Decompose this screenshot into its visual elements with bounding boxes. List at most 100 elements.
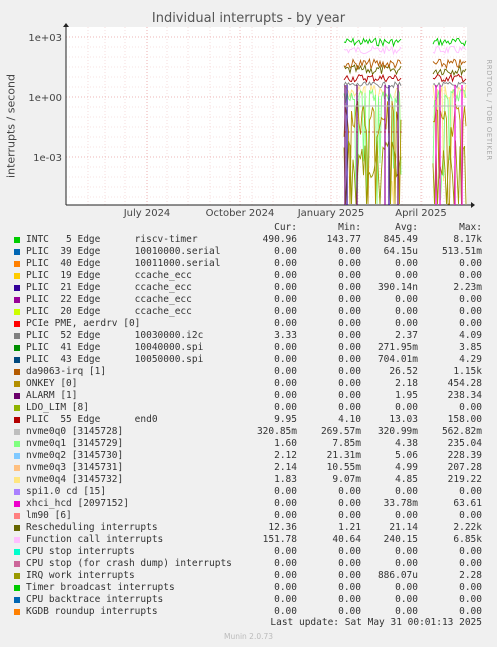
series-max: 6.85k	[453, 534, 482, 545]
series-cur: 9.95	[274, 414, 297, 425]
series-avg: 26.52	[389, 366, 418, 377]
series-min: 0.00	[338, 378, 361, 389]
series-min: 0.00	[338, 402, 361, 413]
series-min: 0.00	[338, 510, 361, 521]
series-max: 2.22k	[453, 522, 482, 533]
series-cur: 0.00	[274, 558, 297, 569]
y-tick-label: 1e-03	[33, 153, 62, 164]
series-swatch	[14, 273, 20, 279]
series-cur: 0.00	[274, 390, 297, 401]
series-swatch	[14, 393, 20, 399]
series-swatch	[14, 285, 20, 291]
series-avg: 0.00	[395, 486, 418, 497]
series-cur: 0.00	[274, 570, 297, 581]
series-cur: 0.00	[274, 546, 297, 557]
series-avg: 0.00	[395, 594, 418, 605]
series-avg: 845.49	[383, 234, 418, 245]
series-avg: 4.99	[395, 462, 418, 473]
series-avg: 13.03	[389, 414, 418, 425]
legend-row: xhci_hcd [2097152] 0.00 0.00 33.78m 63.61	[0, 498, 497, 510]
series-swatch	[14, 429, 20, 435]
series-avg: 240.15	[383, 534, 418, 545]
series-avg: 886.07u	[377, 570, 418, 581]
series-swatch	[14, 561, 20, 567]
series-min: 0.00	[338, 306, 361, 317]
series-max: 238.34	[447, 390, 482, 401]
series-max: 4.09	[459, 330, 482, 341]
series-min: 0.00	[338, 282, 361, 293]
x-axis-arrow	[471, 202, 475, 208]
series-swatch	[14, 513, 20, 519]
series-cur: 0.00	[274, 258, 297, 269]
series-name: PLIC 20 Edge ccache_ecc	[26, 306, 192, 317]
series-min: 0.00	[338, 366, 361, 377]
series-cur: 0.00	[274, 318, 297, 329]
series-swatch	[14, 297, 20, 303]
series-min: 10.55m	[326, 462, 361, 473]
legend-row: PLIC 19 Edge ccache_ecc 0.00 0.00 0.00 0.00	[0, 270, 497, 282]
series-min: 0.00	[338, 330, 361, 341]
legend-row: Rescheduling interrupts 12.36 1.21 21.14 2.2…	[0, 522, 497, 534]
series-name: PLIC 21 Edge ccache_ecc	[26, 282, 192, 293]
series-max: 0.00	[459, 270, 482, 281]
series-name: Function call interrupts	[26, 534, 164, 545]
series-cur: 0.00	[274, 366, 297, 377]
series-max: 513.51m	[441, 246, 482, 257]
series-max: 0.00	[459, 306, 482, 317]
series-max: 235.04	[447, 438, 482, 449]
series-swatch	[14, 333, 20, 339]
series-max: 0.00	[459, 582, 482, 593]
series-max: 8.17k	[453, 234, 482, 245]
series-max: 0.00	[459, 558, 482, 569]
series-cur: 1.83	[274, 474, 297, 485]
series-name: Timer broadcast interrupts	[26, 582, 175, 593]
series-name: PLIC 41 Edge 10040000.spi	[26, 342, 204, 353]
legend-row: nvme0q2 [3145730] 2.12 21.31m 5.06 228.39	[0, 450, 497, 462]
series-min: 0.00	[338, 486, 361, 497]
series-max: 3.85	[459, 342, 482, 353]
series-name: nvme0q2 [3145730]	[26, 450, 124, 461]
series-cur: 0.00	[274, 402, 297, 413]
series-swatch	[14, 441, 20, 447]
series-max: 1.15k	[453, 366, 482, 377]
series-swatch	[14, 573, 20, 579]
series-swatch	[14, 465, 20, 471]
series-cur: 0.00	[274, 342, 297, 353]
series-max: 0.00	[459, 546, 482, 557]
series-min: 40.64	[332, 534, 361, 545]
legend-row: PLIC 52 Edge 10030000.i2c 3.33 0.00 2.37 4.0…	[0, 330, 497, 342]
series-name: LDO_LIM [8]	[26, 402, 89, 413]
series-name: lm90 [6]	[26, 510, 72, 521]
legend-row: nvme0q1 [3145729] 1.60 7.85m 4.38 235.04	[0, 438, 497, 450]
series-name: PLIC 39 Edge 10010000.serial	[26, 246, 221, 257]
series-avg: 0.00	[395, 270, 418, 281]
series-swatch	[14, 405, 20, 411]
series-name: PLIC 43 Edge 10050000.spi	[26, 354, 204, 365]
series-max: 219.22	[447, 474, 482, 485]
series-swatch	[14, 381, 20, 387]
series-avg: 271.95m	[377, 342, 418, 353]
legend-row: spi1.0 cd [15] 0.00 0.00 0.00 0.00	[0, 486, 497, 498]
series-cur: 0.00	[274, 498, 297, 509]
series-min: 0.00	[338, 546, 361, 557]
legend-row: PLIC 20 Edge ccache_ecc 0.00 0.00 0.00 0.00	[0, 306, 497, 318]
series-swatch	[14, 609, 20, 615]
series-avg: 0.00	[395, 558, 418, 569]
legend-row: da9063-irq [1] 0.00 0.00 26.52 1.15k	[0, 366, 497, 378]
series-name: nvme0q1 [3145729]	[26, 438, 124, 449]
series-name: CPU stop interrupts	[26, 546, 135, 557]
series-min: 0.00	[338, 258, 361, 269]
series-cur: 490.96	[262, 234, 297, 245]
y-axis-arrow	[63, 23, 69, 27]
series-max: 2.23m	[453, 282, 482, 293]
series-cur: 151.78	[262, 534, 297, 545]
series-max: 158.00	[447, 414, 482, 425]
series-cur: 0.00	[274, 354, 297, 365]
series-name: xhci_hcd [2097152]	[26, 498, 129, 509]
series-avg: 390.14n	[377, 282, 418, 293]
x-tick-label: October 2024	[206, 208, 275, 219]
legend-row: lm90 [6] 0.00 0.00 0.00 0.00	[0, 510, 497, 522]
series-swatch	[14, 345, 20, 351]
col-avg-header: Avg:	[395, 222, 418, 233]
series-avg: 2.37	[395, 330, 418, 341]
